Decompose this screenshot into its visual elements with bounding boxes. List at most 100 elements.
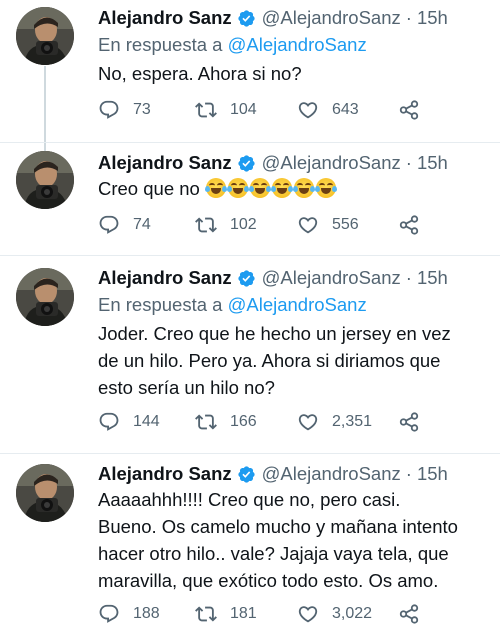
- reply-count: 73: [133, 101, 151, 118]
- like-count: 643: [332, 101, 359, 118]
- share-button[interactable]: [398, 213, 420, 237]
- verified-badge-icon: [238, 465, 255, 483]
- face-with-tears-of-joy-emoji: [292, 178, 315, 198]
- like-count: 3,022: [332, 605, 373, 622]
- tweet-header: Alejandro Sanz @AlejandroSanz · 15h: [98, 462, 448, 486]
- author-handle[interactable]: @AlejandroSanz: [262, 267, 401, 289]
- avatar[interactable]: [16, 464, 74, 522]
- tweet-text-line: de un hilo. Pero ya. Ahora si diriamos q…: [98, 350, 441, 371]
- tweet-text-line: maravilla, que exótico todo esto. Os amo…: [98, 570, 439, 591]
- heart-icon: [298, 606, 318, 623]
- retweet-button[interactable]: 102: [195, 213, 257, 237]
- tweet-text-line: hacer otro hilo.. vale? Jajaja vaya tela…: [98, 543, 449, 564]
- share-button[interactable]: [398, 410, 420, 434]
- author-name[interactable]: Alejandro Sanz: [98, 267, 232, 289]
- verified-badge-icon: [238, 269, 255, 287]
- tweet-actions: 144 166 2,351: [98, 410, 438, 434]
- author-name[interactable]: Alejandro Sanz: [98, 152, 232, 174]
- share-nodes-icon: [399, 215, 419, 235]
- speech-bubble-icon: [99, 100, 119, 119]
- avatar[interactable]: [16, 268, 74, 326]
- share-button[interactable]: [398, 602, 420, 626]
- speech-bubble-icon: [99, 215, 119, 234]
- reply-mention-link[interactable]: @AlejandroSanz: [228, 294, 367, 315]
- tweet[interactable]: Alejandro Sanz @AlejandroSanz · 15h Creo…: [0, 143, 500, 247]
- like-count: 2,351: [332, 413, 373, 430]
- heart-icon: [298, 217, 318, 234]
- author-handle[interactable]: @AlejandroSanz: [262, 152, 401, 174]
- retweet-button[interactable]: 104: [195, 98, 257, 122]
- face-with-tears-of-joy-emoji: [270, 178, 293, 198]
- retweet-button[interactable]: 166: [195, 410, 257, 434]
- tweet-actions: 188 181 3,022: [98, 602, 438, 626]
- speech-bubble-icon: [99, 604, 119, 623]
- timestamp[interactable]: 15h: [417, 463, 448, 485]
- like-button[interactable]: 556: [297, 213, 359, 237]
- tweet-text: Joder. Creo que he hecho un jersey en ve…: [98, 320, 493, 401]
- like-button[interactable]: 643: [297, 98, 359, 122]
- face-with-tears-of-joy-emoji: [226, 178, 249, 198]
- reply-context: En respuesta a @AlejandroSanz: [98, 294, 367, 316]
- verified-badge-icon: [238, 154, 255, 172]
- reply-context: En respuesta a @AlejandroSanz: [98, 34, 367, 56]
- like-count: 556: [332, 216, 359, 233]
- share-button[interactable]: [398, 98, 420, 122]
- face-with-tears-of-joy-emoji: [314, 178, 337, 198]
- avatar[interactable]: [16, 7, 74, 65]
- tweet[interactable]: Alejandro Sanz @AlejandroSanz · 15h En r…: [0, 256, 500, 452]
- verified-badge-icon: [238, 9, 255, 27]
- retweet-count: 181: [230, 605, 257, 622]
- retweet-arrows-icon: [195, 414, 217, 430]
- tweet-header: Alejandro Sanz @AlejandroSanz · 15h: [98, 6, 448, 30]
- tweet-actions: 73 104 643: [98, 98, 438, 122]
- tweet-text-words: Creo que no: [98, 178, 200, 199]
- face-with-tears-of-joy-emoji: [248, 178, 271, 198]
- tweet-header: Alejandro Sanz @AlejandroSanz · 15h: [98, 151, 448, 175]
- tweet-text-line: esto sería un hilo no?: [98, 377, 275, 398]
- author-handle[interactable]: @AlejandroSanz: [262, 7, 401, 29]
- tweet[interactable]: Alejandro Sanz @AlejandroSanz · 15h Aaaa…: [0, 454, 500, 628]
- tweet-text: Creo que no: [98, 175, 493, 202]
- retweet-arrows-icon: [195, 606, 217, 622]
- tweet-text-line: Aaaaahhh!!!! Creo que no, pero casi.: [98, 489, 401, 510]
- share-nodes-icon: [399, 604, 419, 624]
- retweet-arrows-icon: [195, 102, 217, 118]
- emoji-group: [204, 178, 337, 198]
- retweet-button[interactable]: 181: [195, 602, 257, 626]
- timestamp[interactable]: 15h: [417, 7, 448, 29]
- reply-prefix: En respuesta a: [98, 294, 223, 315]
- author-handle[interactable]: @AlejandroSanz: [262, 463, 401, 485]
- reply-prefix: En respuesta a: [98, 34, 223, 55]
- retweet-count: 166: [230, 413, 257, 430]
- tweet-actions: 74 102 556: [98, 213, 438, 237]
- reply-button[interactable]: 188: [98, 602, 160, 626]
- separator-dot: ·: [405, 152, 412, 173]
- reply-count: 144: [133, 413, 160, 430]
- retweet-count: 102: [230, 216, 257, 233]
- tweet-text: No, espera. Ahora si no?: [98, 60, 493, 87]
- retweet-arrows-icon: [195, 217, 217, 233]
- tweet-text: Aaaaahhh!!!! Creo que no, pero casi. Bue…: [98, 486, 493, 594]
- avatar[interactable]: [16, 151, 74, 209]
- timestamp[interactable]: 15h: [417, 267, 448, 289]
- tweet-text-line: Creo que no: [98, 175, 493, 202]
- like-button[interactable]: 3,022: [297, 602, 372, 626]
- share-nodes-icon: [399, 100, 419, 120]
- author-name[interactable]: Alejandro Sanz: [98, 463, 232, 485]
- reply-count: 74: [133, 216, 151, 233]
- tweet-text-line: No, espera. Ahora si no?: [98, 63, 302, 84]
- tweet[interactable]: Alejandro Sanz @AlejandroSanz · 15h En r…: [0, 0, 500, 140]
- share-nodes-icon: [399, 412, 419, 432]
- timestamp[interactable]: 15h: [417, 152, 448, 174]
- reply-button[interactable]: 73: [98, 98, 151, 122]
- separator-dot: ·: [405, 463, 412, 484]
- author-name[interactable]: Alejandro Sanz: [98, 7, 232, 29]
- reply-mention-link[interactable]: @AlejandroSanz: [228, 34, 367, 55]
- retweet-count: 104: [230, 101, 257, 118]
- reply-button[interactable]: 144: [98, 410, 160, 434]
- speech-bubble-icon: [99, 412, 119, 431]
- tweet-text-line: Bueno. Os camelo mucho y mañana intento: [98, 516, 458, 537]
- heart-icon: [298, 102, 318, 119]
- like-button[interactable]: 2,351: [297, 410, 372, 434]
- reply-button[interactable]: 74: [98, 213, 151, 237]
